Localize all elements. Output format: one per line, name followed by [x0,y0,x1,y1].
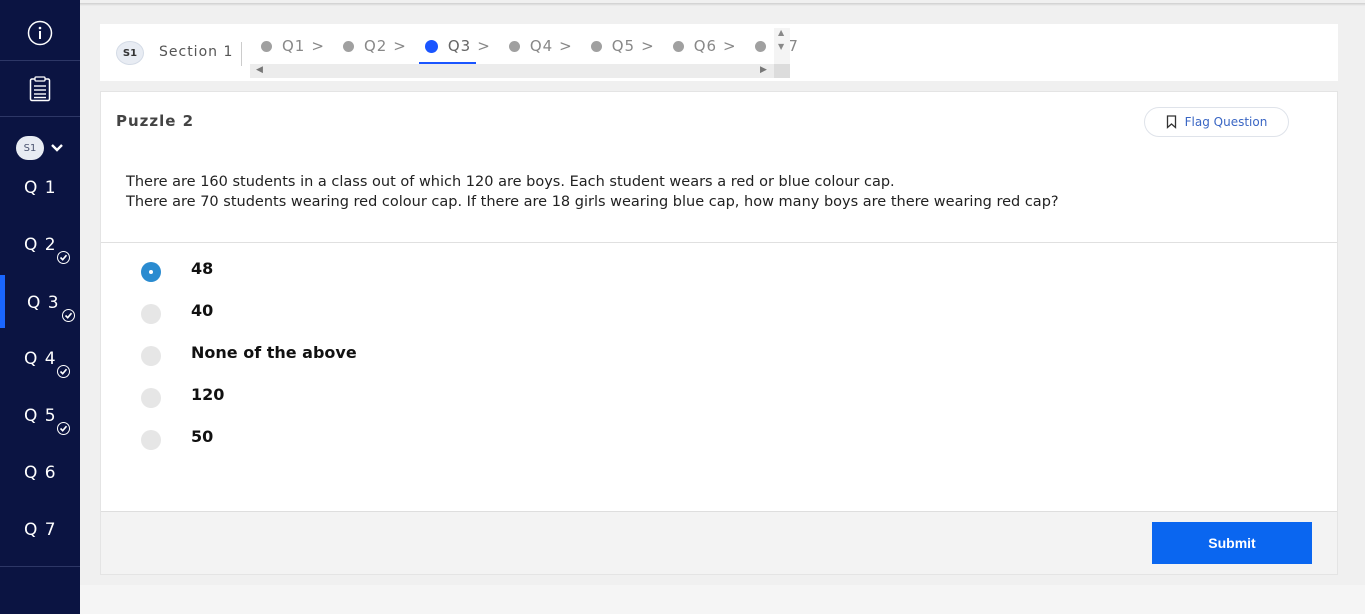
vertical-scrollbar[interactable]: ▲ ▼ [774,28,790,78]
sidebar-question-4[interactable]: Q 4 [0,331,80,388]
page-bottom [80,585,1365,614]
section-name: Section 1 [159,44,234,60]
options-area: 48 40 None of the above 120 50 [101,242,1337,512]
nav-label: Q3 [447,37,472,55]
question-navigator: Q1> Q2> Q3> Q4> Q5> Q6> Q7 ◀ ▶ ▲ ▼ [250,28,798,78]
question-text: There are 160 students in a class out of… [126,172,1059,212]
sidebar-divider [0,566,80,567]
option-label: 48 [191,259,214,278]
chevron-right-icon: > [559,37,573,55]
sidebar-question-5[interactable]: Q 5 [0,388,80,445]
option-4[interactable]: 120 [141,383,224,413]
chevron-right-icon: > [641,37,655,55]
question-line-1: There are 160 students in a class out of… [126,174,895,190]
info-icon [27,20,53,45]
sidebar: S1 Q 1 Q 2 Q 3 Q 4 Q 5 Q 6 Q 7 [0,0,80,614]
nav-label: Q4 [529,37,554,55]
puzzle-title: Puzzle 2 [116,112,195,130]
radio-button[interactable] [141,262,161,282]
check-icon [57,422,70,435]
sidebar-question-2[interactable]: Q 2 [0,217,80,274]
section-badge: S1 [16,136,44,160]
radio-button[interactable] [141,388,161,408]
question-label: Q 5 [24,406,57,426]
question-label: Q 2 [24,235,57,255]
option-label: None of the above [191,343,357,362]
scroll-right-icon[interactable]: ▶ [760,65,767,75]
question-list-button[interactable] [0,60,80,117]
radio-button[interactable] [141,304,161,324]
section-badge: S1 [116,41,144,65]
section-toggle[interactable]: S1 [16,136,64,160]
question-card: Puzzle 2 Flag Question There are 160 stu… [100,91,1338,575]
scroll-down-icon[interactable]: ▼ [778,42,784,51]
question-label: Q 1 [24,178,57,198]
nav-label: Q1 [282,37,306,55]
radio-button[interactable] [141,346,161,366]
sidebar-question-7[interactable]: Q 7 [0,502,80,559]
option-5[interactable]: 50 [141,425,213,455]
nav-question-1[interactable]: Q1 > [261,37,325,55]
status-dot [424,39,438,53]
sidebar-question-1[interactable]: Q 1 [0,160,80,217]
nav-question-4[interactable]: Q4 > [508,37,573,55]
question-label: Q 3 [27,293,60,313]
question-label: Q 4 [24,349,57,369]
submit-button[interactable]: Submit [1152,522,1312,564]
option-label: 120 [191,385,225,404]
bookmark-icon [1166,115,1176,129]
question-footer: Submit [101,511,1337,574]
clipboard-list-icon [29,75,51,101]
chevron-right-icon: > [311,37,325,55]
status-dot [590,40,602,52]
nav-label: Q6 [693,37,718,55]
option-2[interactable]: 40 [141,299,213,329]
status-dot [672,40,684,52]
check-icon [62,309,75,322]
radio-button[interactable] [141,430,161,450]
question-label: Q 7 [24,520,57,540]
scroll-up-icon[interactable]: ▲ [778,28,784,37]
chevron-down-icon [51,144,63,152]
nav-label: Q2 [363,37,388,55]
scroll-left-icon[interactable]: ◀ [256,65,263,75]
info-button[interactable] [0,4,80,61]
option-label: 40 [191,301,214,320]
divider [241,42,242,66]
chevron-right-icon: > [393,37,407,55]
question-nav-track: Q1> Q2> Q3> Q4> Q5> Q6> Q7 [250,28,798,65]
option-3[interactable]: None of the above [141,341,357,371]
top-shadow [80,3,1365,6]
chevron-right-icon: > [477,37,491,55]
status-dot [261,40,272,52]
flag-question-button[interactable]: Flag Question [1144,107,1289,137]
check-icon [57,251,70,264]
horizontal-scrollbar[interactable]: ◀ ▶ [250,64,790,78]
status-dot [508,40,520,52]
nav-label: Q5 [611,37,636,55]
question-label: Q 6 [24,463,57,483]
check-icon [57,365,70,378]
nav-question-3[interactable]: Q3 > [418,37,491,65]
sidebar-question-3[interactable]: Q 3 [0,275,80,332]
nav-question-2[interactable]: Q2 > [342,37,407,55]
status-dot [754,40,766,52]
sidebar-question-6[interactable]: Q 6 [0,445,80,502]
chevron-right-icon: > [723,37,737,55]
status-dot [342,40,354,52]
nav-question-5[interactable]: Q5 > [590,37,655,55]
option-label: 50 [191,427,214,446]
nav-question-6[interactable]: Q6 > [672,37,737,55]
option-1[interactable]: 48 [141,257,213,287]
scrollbar-corner [774,64,790,78]
question-line-2: There are 70 students wearing red colour… [126,194,1059,210]
flag-question-label: Flag Question [1184,115,1268,129]
section-header: S1 Section 1 Q1> Q2> Q3> Q4> Q5> Q6> Q7 … [100,24,1338,81]
